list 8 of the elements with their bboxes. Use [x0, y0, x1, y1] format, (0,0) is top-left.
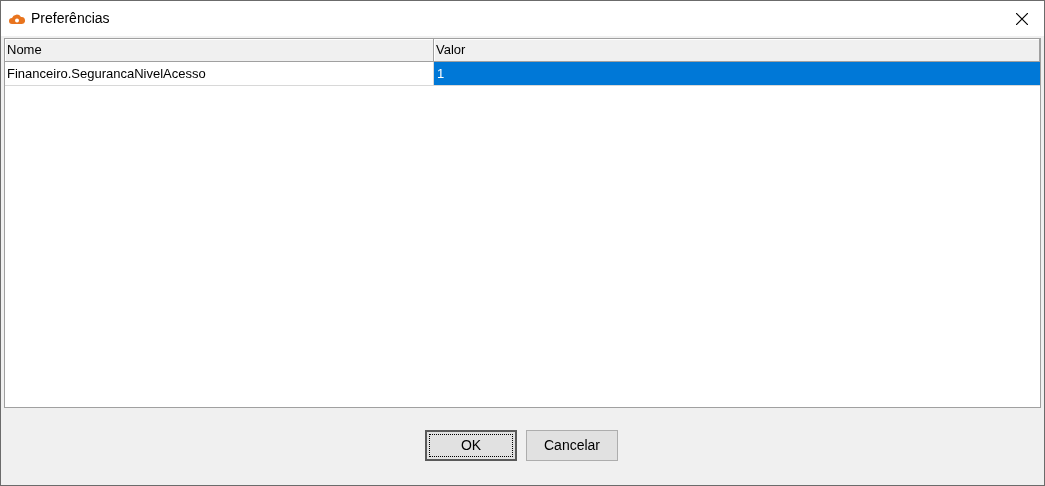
table-cell[interactable]: 1 [434, 62, 1040, 85]
close-icon[interactable] [1016, 12, 1028, 25]
window-title: Preferências [31, 9, 110, 28]
cancel-button[interactable]: Cancelar [526, 430, 618, 461]
ok-button[interactable]: OK [425, 430, 517, 461]
column-header[interactable]: Nome [5, 39, 434, 62]
cloud-icon [9, 12, 25, 25]
column-header[interactable]: Valor [434, 39, 1040, 62]
